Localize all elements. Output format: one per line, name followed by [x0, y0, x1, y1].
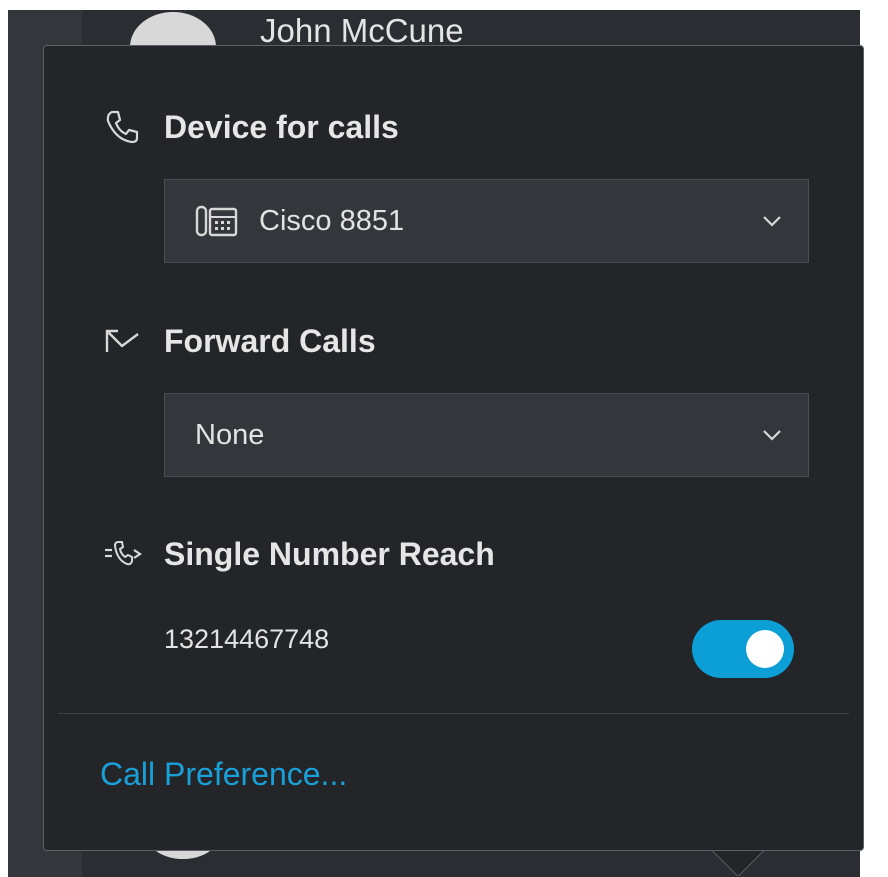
chevron-down-icon [762, 215, 782, 227]
single-number-reach-header: Single Number Reach [104, 534, 495, 574]
call-preference-link[interactable]: Call Preference... [100, 756, 347, 793]
device-for-calls-header: Device for calls [104, 107, 399, 147]
forward-calls-title: Forward Calls [164, 322, 376, 359]
forward-calls-dropdown[interactable]: None [164, 393, 809, 477]
device-dropdown[interactable]: Cisco 8851 [164, 179, 809, 263]
divider [58, 713, 849, 714]
device-dropdown-value: Cisco 8851 [259, 204, 405, 237]
toggle-knob [746, 630, 784, 668]
desk-phone-icon [195, 204, 239, 238]
phone-handset-icon [104, 107, 144, 147]
device-for-calls-title: Device for calls [164, 108, 399, 145]
popover-pointer-join [708, 843, 768, 849]
contact-list-item[interactable]: John McCune [82, 10, 860, 82]
single-number-reach-title: Single Number Reach [164, 535, 495, 572]
chevron-down-icon [762, 429, 782, 441]
single-number-reach-number: 13214467748 [164, 624, 330, 654]
call-settings-popover: Device for calls Cisco 8851 Forward Call… [43, 45, 864, 851]
single-number-reach-toggle[interactable] [692, 620, 794, 678]
single-number-reach-icon [104, 534, 144, 574]
forward-calls-header: Forward Calls [104, 321, 376, 361]
forward-calls-dropdown-value: None [195, 418, 265, 451]
forward-call-icon [104, 321, 144, 361]
